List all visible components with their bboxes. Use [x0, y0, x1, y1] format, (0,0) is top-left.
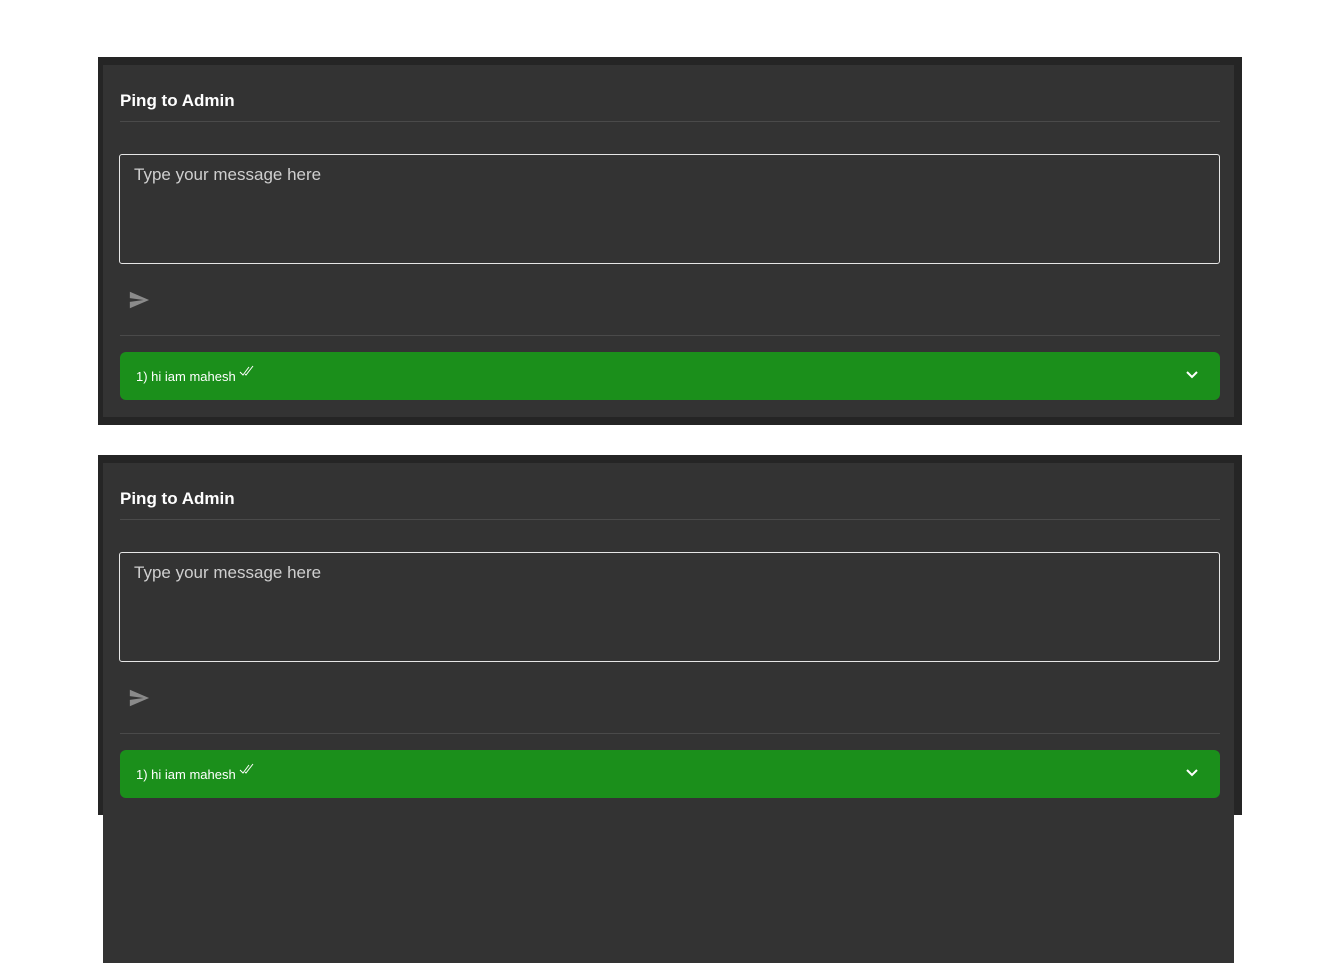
message-item[interactable]: 1) hi iam mahesh: [120, 750, 1220, 798]
panel-title: Ping to Admin: [120, 91, 235, 110]
send-icon: [129, 291, 150, 309]
message-input[interactable]: [119, 154, 1220, 264]
message-text: 1) hi iam mahesh: [136, 369, 236, 384]
send-button[interactable]: [127, 685, 155, 711]
double-check-icon: [239, 763, 254, 774]
ping-card: Ping to Admin 1) hi iam mahesh: [103, 463, 1234, 963]
message-text: 1) hi iam mahesh: [136, 767, 236, 782]
header-divider: [120, 519, 1220, 520]
messages-divider: [120, 335, 1220, 336]
chevron-down-icon[interactable]: [1185, 370, 1199, 380]
panel-title: Ping to Admin: [120, 489, 235, 508]
ping-panel-1: Ping to Admin 1) hi iam mahesh: [98, 57, 1242, 425]
messages-divider: [120, 733, 1220, 734]
send-icon: [129, 689, 150, 707]
ping-panel-2: Ping to Admin 1) hi iam mahesh: [98, 455, 1242, 963]
send-button[interactable]: [127, 287, 155, 313]
double-check-icon: [239, 365, 254, 376]
header-divider: [120, 121, 1220, 122]
message-item-text: 1) hi iam mahesh: [136, 763, 255, 782]
message-input[interactable]: [119, 552, 1220, 662]
message-item-text: 1) hi iam mahesh: [136, 365, 255, 384]
chevron-down-icon[interactable]: [1185, 768, 1199, 778]
ping-card: Ping to Admin 1) hi iam mahesh: [103, 65, 1234, 417]
message-item[interactable]: 1) hi iam mahesh: [120, 352, 1220, 400]
